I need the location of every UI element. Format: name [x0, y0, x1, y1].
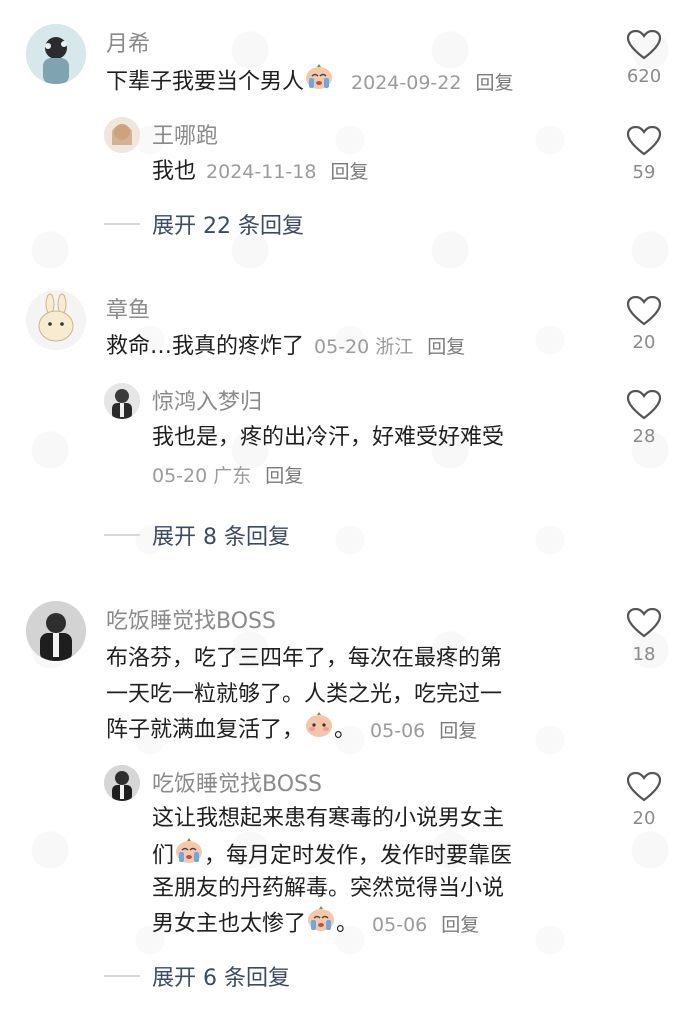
reply-button[interactable]: 回复	[441, 914, 479, 936]
expand-divider	[104, 975, 140, 977]
reply-body: ，每月定时发作，发作时要靠医	[204, 843, 513, 869]
like-button[interactable]: 18	[614, 607, 674, 665]
reply-date: 2024-11-18	[206, 161, 317, 183]
reply-body-tail: 。	[336, 911, 359, 937]
reply-button[interactable]: 回复	[330, 161, 368, 183]
reply-text-line: 男女主也太惨了 。 05-06 回复	[152, 906, 479, 943]
heart-icon[interactable]	[626, 125, 662, 160]
comment-body-tail: 。	[334, 717, 357, 743]
reply-button[interactable]: 回复	[265, 465, 303, 487]
like-button[interactable]: 59	[614, 125, 674, 183]
reply-meta: 05-20 广东 回复	[152, 459, 303, 493]
heart-icon[interactable]	[626, 771, 662, 806]
heart-icon[interactable]	[626, 607, 662, 642]
heart-icon[interactable]	[626, 29, 662, 64]
reply-body: 男女主也太惨了	[152, 911, 307, 937]
expand-divider	[104, 534, 140, 536]
reply-text-line: 圣朋友的丹药解毒。突然觉得当小说	[152, 876, 505, 901]
reply-text-line: 这让我想起来患有寒毒的小说男女主	[152, 806, 505, 831]
reply-text-line: 们 ，每月定时发作，发作时要靠医	[152, 838, 512, 875]
avatar[interactable]	[26, 290, 86, 350]
expand-replies[interactable]: 展开 6 条回复	[104, 960, 290, 992]
comment-username[interactable]: 吃饭睡觉找BOSS	[106, 603, 276, 635]
comment-text-line: 阵子就满血复活了， 。 05-06 回复	[106, 712, 477, 749]
comment-text-line: 一天吃一粒就够了。人类之光，吃完过一	[106, 682, 503, 707]
expand-replies-label[interactable]: 展开 8 条回复	[152, 519, 290, 551]
like-count: 18	[632, 644, 656, 665]
avatar[interactable]	[104, 383, 140, 419]
reply-username[interactable]: 惊鸿入梦归	[152, 384, 262, 416]
comment-date: 05-20	[314, 336, 370, 358]
like-button[interactable]: 620	[614, 29, 674, 87]
reply-date: 05-20	[152, 465, 208, 487]
like-count: 620	[626, 66, 662, 87]
avatar[interactable]	[104, 117, 140, 153]
like-count: 20	[632, 808, 656, 829]
comment-username[interactable]: 月希	[106, 26, 150, 58]
reply-button[interactable]: 回复	[427, 336, 465, 358]
reply-button[interactable]: 回复	[439, 720, 477, 742]
crying-emoji-icon	[174, 838, 204, 875]
reply-location: 广东	[213, 465, 252, 487]
like-count: 59	[632, 162, 656, 183]
reply-body: 们	[152, 843, 175, 869]
like-count: 28	[632, 426, 656, 447]
expand-replies[interactable]: 展开 8 条回复	[104, 519, 290, 551]
comment-location: 浙江	[375, 336, 414, 358]
heart-icon[interactable]	[626, 295, 662, 330]
heart-icon[interactable]	[626, 389, 662, 424]
crying-emoji-icon	[304, 64, 334, 101]
expand-replies-label[interactable]: 展开 22 条回复	[152, 208, 304, 240]
avatar[interactable]	[26, 601, 86, 661]
like-count: 20	[632, 332, 656, 353]
expand-replies-label[interactable]: 展开 6 条回复	[152, 960, 290, 992]
comment-text: 下辈子我要当个男人 2024-09-22 回复	[106, 64, 513, 101]
like-button[interactable]: 20	[614, 771, 674, 829]
comment-body: 救命…我真的疼炸了	[106, 334, 305, 359]
comment-date: 2024-09-22	[351, 71, 462, 94]
expand-replies[interactable]: 展开 22 条回复	[104, 208, 304, 240]
reply-body: 我也是，疼的出冷汗，好难受好难受	[152, 425, 505, 450]
reply-username[interactable]: 吃饭睡觉找BOSS	[152, 766, 322, 798]
reply-body: 我也	[152, 159, 197, 184]
crying-emoji-icon	[306, 906, 336, 943]
avatar[interactable]	[26, 24, 86, 84]
reply-username[interactable]: 王哪跑	[152, 118, 218, 150]
comment-date: 05-06	[370, 719, 426, 742]
comment-body: 下辈子我要当个男人	[106, 69, 305, 95]
reply-button[interactable]: 回复	[475, 72, 513, 94]
comment-username[interactable]: 章鱼	[106, 292, 150, 324]
comment-text-line: 布洛芬，吃了三四年了，每次在最疼的第	[106, 646, 503, 671]
expand-divider	[104, 223, 140, 225]
shy-emoji-icon	[304, 712, 334, 749]
reply-text: 我也 2024-11-18 回复	[152, 155, 368, 189]
like-button[interactable]: 28	[614, 389, 674, 447]
avatar[interactable]	[104, 765, 140, 801]
reply-date: 05-06	[372, 913, 428, 936]
like-button[interactable]: 20	[614, 295, 674, 353]
comment-text: 救命…我真的疼炸了 05-20 浙江 回复	[106, 330, 465, 364]
comment-body: 阵子就满血复活了，	[106, 717, 305, 743]
